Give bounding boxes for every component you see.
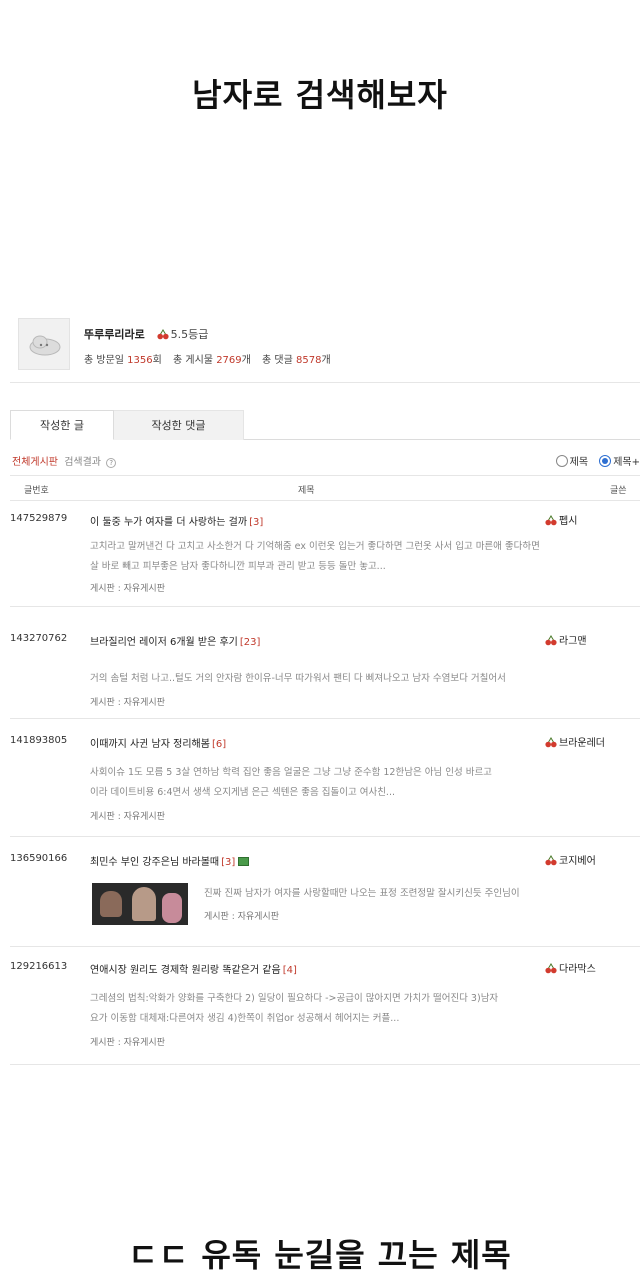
- cloud-avatar-icon: [29, 335, 61, 356]
- post-board: 게시판 : 자유게시판: [90, 1038, 165, 1048]
- top-caption: 남자로 검색해보자: [192, 76, 448, 114]
- table-row: 136590166 최민수 부인 강주은님 바라볼때 [3] 코지베어 진짜 진짜…: [10, 837, 640, 947]
- avatar: [18, 318, 70, 370]
- author-name[interactable]: 코지베어: [559, 856, 596, 867]
- tab-written-comments[interactable]: 작성한 댓글: [114, 410, 244, 440]
- tab-written-posts[interactable]: 작성한 글: [10, 410, 114, 440]
- comment-count: [3]: [221, 857, 236, 868]
- post-title[interactable]: 이 둘중 누가 여자를 더 사랑하는 걸까 [3]: [90, 513, 263, 528]
- post-excerpt: 살 바로 빼고 피부좋은 남자 좋다하니깐 피부과 관리 받고 등등 돌만 놓고…: [90, 561, 386, 572]
- post-author[interactable]: 코지베어: [545, 852, 596, 867]
- posts-count: 2769: [216, 355, 242, 366]
- post-board: 게시판 : 자유게시판: [90, 812, 165, 822]
- visits-unit: 회: [152, 355, 162, 366]
- cherry-icon: [545, 635, 557, 646]
- nickname[interactable]: 뚜루루리라로: [84, 328, 145, 341]
- author-name[interactable]: 라그맨: [559, 636, 587, 647]
- post-board: 게시판 : 자유게시판: [90, 584, 165, 594]
- comments-unit: 개: [321, 355, 331, 366]
- tab-bar: 작성한 글 작성한 댓글: [10, 410, 640, 440]
- stats-row: 총 방문일 1356회 총 게시물 2769개 총 댓글 8578개: [84, 351, 331, 366]
- help-icon[interactable]: ?: [106, 458, 117, 468]
- radio-title[interactable]: [555, 455, 568, 467]
- radio-title-label: 제목: [569, 457, 589, 468]
- screenshot-panel: 뚜루루리라로 5.5등급 총 방문일 1356회 총 게시물 2769개 총 댓…: [10, 312, 640, 1072]
- comment-count: [6]: [211, 739, 227, 750]
- visits-label: 총 방문일: [84, 355, 124, 366]
- comment-count: [4]: [282, 965, 297, 976]
- post-excerpt: 사회이슈 1도 모름 5 3살 연하남 학력 집안 좋음 얼굴은 그냥 그냥 준…: [90, 767, 492, 778]
- post-excerpt: 거의 솜털 처럼 나고..털도 거의 안자람 한이유-너무 따가워서 팬티 다 …: [90, 673, 506, 684]
- posts-unit: 개: [241, 355, 251, 366]
- post-title[interactable]: 브라질리언 레이저 6개월 받은 후기 [23]: [90, 633, 260, 648]
- post-board: 게시판 : 자유게시판: [204, 912, 279, 922]
- comments-count: 8578: [296, 355, 322, 366]
- post-excerpt: 고치라고 말꺼낸건 다 고치고 사소한거 다 기억해줌 ex 이런옷 입는거 좋…: [90, 541, 540, 552]
- post-number: 147529879: [10, 513, 68, 524]
- post-number: 136590166: [10, 853, 68, 864]
- radio-title-content[interactable]: [599, 455, 612, 467]
- post-title-text[interactable]: 브라질리언 레이저 6개월 받은 후기: [90, 637, 238, 648]
- search-result-label: 검색결과: [64, 457, 101, 468]
- post-number: 141893805: [10, 735, 68, 746]
- post-excerpt: 이라 데이트비용 6:4면서 생색 오지게냄 은근 섹텐은 좋음 집돌이고 여사…: [90, 787, 395, 798]
- post-title-text[interactable]: 연애시장 원리도 경제학 원리랑 똑같은거 같음: [90, 965, 281, 976]
- post-excerpt: 요가 이동함 대체재:다른여자 생김 4)한쪽이 취업or 성공해서 헤어지는 …: [90, 1013, 400, 1024]
- profile-card: 뚜루루리라로 5.5등급 총 방문일 1356회 총 게시물 2769개 총 댓…: [18, 318, 638, 374]
- post-title-text[interactable]: 이때까지 사귄 남자 정리해봄: [90, 739, 210, 750]
- post-number: 129216613: [10, 961, 68, 972]
- post-excerpt: 그레셤의 법칙:악화가 양화를 구축한다 2) 일당이 필요하다 ->공급이 많…: [90, 993, 499, 1004]
- post-title[interactable]: 연애시장 원리도 경제학 원리랑 똑같은거 같음 [4]: [90, 961, 297, 976]
- post-title-text[interactable]: 이 둘중 누가 여자를 더 사랑하는 걸까: [90, 517, 247, 528]
- table-row: 141893805 이때까지 사귄 남자 정리해봄 [6] 브라운레더 사회이슈 …: [10, 719, 640, 837]
- filter-row: 전체게시판 검색결과 ? 제목 제목+: [12, 453, 640, 471]
- image-attachment-icon: [238, 857, 250, 866]
- col-author: 글쓴: [610, 486, 627, 496]
- table-header: 글번호 제목 글쓴: [10, 475, 640, 501]
- table-row: 143270762 브라질리언 레이저 6개월 받은 후기 [23] 라그맨 거의…: [10, 607, 640, 719]
- radio-title-content-label: 제목+: [613, 457, 640, 468]
- post-title[interactable]: 이때까지 사귄 남자 정리해봄 [6]: [90, 735, 226, 750]
- post-number: 143270762: [10, 633, 68, 644]
- visits-count: 1356: [127, 355, 153, 366]
- posts-label: 총 게시물: [173, 355, 213, 366]
- author-name[interactable]: 펩시: [559, 516, 577, 527]
- level-badge: 5.5등급: [156, 328, 209, 341]
- comment-count: [3]: [249, 517, 264, 528]
- author-name[interactable]: 브라운레더: [559, 738, 605, 749]
- post-author[interactable]: 브라운레더: [545, 734, 605, 749]
- search-scope-radios: 제목 제목+: [555, 453, 640, 468]
- table-row: 147529879 이 둘중 누가 여자를 더 사랑하는 걸까 [3] 펩시 고치…: [10, 501, 640, 607]
- nickname-row: 뚜루루리라로 5.5등급: [84, 326, 208, 342]
- post-author[interactable]: 다라막스: [545, 960, 596, 975]
- comments-label: 총 댓글: [262, 355, 293, 366]
- col-title: 제목: [298, 486, 315, 496]
- post-author[interactable]: 라그맨: [545, 632, 587, 647]
- post-author[interactable]: 펩시: [545, 512, 577, 527]
- cherry-icon: [545, 737, 557, 748]
- col-no: 글번호: [24, 486, 49, 496]
- all-boards-link[interactable]: 전체게시판: [12, 457, 58, 468]
- post-thumbnail[interactable]: [92, 883, 188, 925]
- comment-count: [23]: [239, 637, 261, 648]
- post-board: 게시판 : 자유게시판: [90, 698, 165, 708]
- cherry-icon: [545, 515, 557, 526]
- table-row: 129216613 연애시장 원리도 경제학 원리랑 똑같은거 같음 [4] 다라…: [10, 947, 640, 1065]
- post-title-text[interactable]: 최민수 부인 강주은님 바라볼때: [90, 857, 219, 868]
- cherry-icon: [545, 855, 557, 866]
- level-text: 5.5등급: [170, 328, 209, 341]
- divider: [10, 382, 640, 383]
- bottom-caption: ㄷㄷ 유독 눈길을 끄는 제목: [128, 1236, 512, 1274]
- post-title[interactable]: 최민수 부인 강주은님 바라볼때 [3]: [90, 853, 250, 868]
- author-name[interactable]: 다라막스: [559, 964, 596, 975]
- post-excerpt: 진짜 진짜 남자가 여자를 사랑할때만 나오는 표정 조련정말 잘시키신듯 주인…: [204, 888, 520, 899]
- cherry-icon: [156, 329, 169, 340]
- cherry-icon: [545, 963, 557, 974]
